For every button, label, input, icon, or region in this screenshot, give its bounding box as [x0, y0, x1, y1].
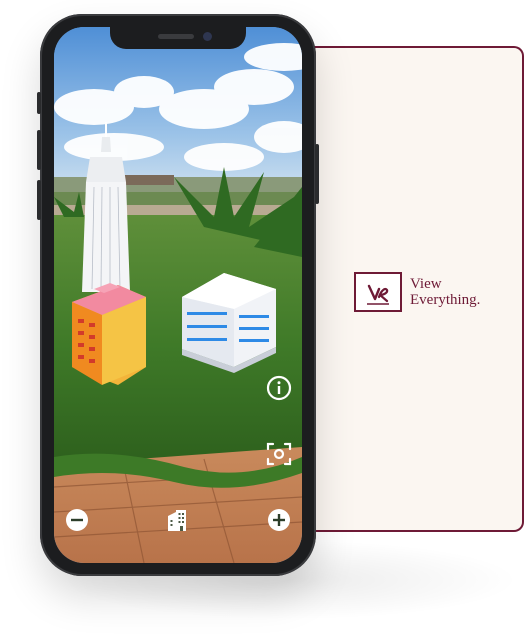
- phone-button-power: [315, 144, 319, 204]
- brand-tagline: View Everything.: [410, 276, 480, 308]
- zoom-in-icon: [268, 509, 290, 531]
- brand-line-2: Everything.: [410, 292, 481, 308]
- ar-camera-view[interactable]: [54, 27, 302, 563]
- info-icon: [266, 375, 292, 401]
- phone-button-volume-up: [37, 130, 41, 170]
- info-button[interactable]: [266, 375, 292, 401]
- scan-focus-icon: [266, 442, 292, 466]
- speaker-grille: [158, 34, 194, 39]
- brand-logo: View Everything.: [354, 272, 480, 312]
- building-icon: [168, 510, 186, 531]
- zoom-out-button[interactable]: [64, 507, 90, 533]
- phone-button-volume-down: [37, 180, 41, 220]
- ar-scene: [54, 27, 302, 563]
- phone-notch: [110, 27, 246, 49]
- scan-focus-button[interactable]: [266, 441, 292, 467]
- zoom-in-button[interactable]: [266, 507, 292, 533]
- phone-button-mute: [37, 92, 41, 114]
- front-camera: [203, 32, 212, 41]
- building-select-button[interactable]: [164, 507, 190, 533]
- vr-monogram-icon: [354, 272, 402, 312]
- brand-line-1: View: [410, 276, 442, 292]
- zoom-out-icon: [66, 509, 88, 531]
